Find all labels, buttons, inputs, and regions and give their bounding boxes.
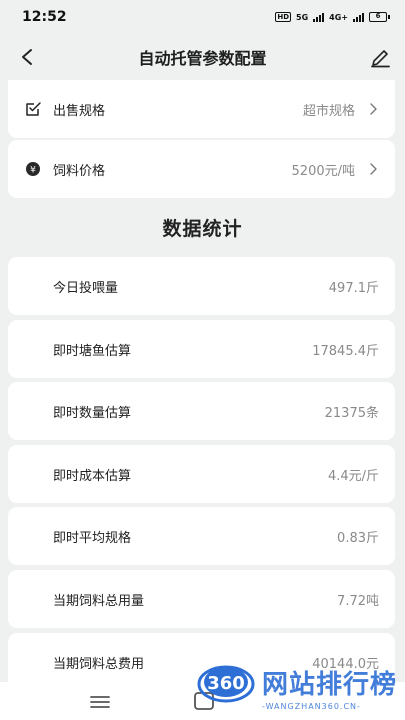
nav-bar: 自动托管参数配置 <box>0 34 405 80</box>
signal-icon <box>313 12 325 22</box>
menu-icon[interactable] <box>89 694 111 710</box>
stat-value: 0.83斤 <box>337 531 379 546</box>
chevron-right-icon <box>367 102 379 116</box>
status-time: 12:52 <box>22 9 67 25</box>
checkbox-edit-icon <box>24 100 42 118</box>
stat-row-avg-spec: 即时平均规格 0.83斤 <box>8 507 395 565</box>
page-title: 自动托管参数配置 <box>138 49 267 68</box>
stat-label: 当期饲料总费用 <box>53 657 145 672</box>
stats-section-title: 数据统计 <box>162 218 243 240</box>
feed-price-row[interactable]: ¥ 饲料价格 5200元/吨 <box>8 140 395 198</box>
pencil-icon <box>371 50 390 68</box>
stat-row-fish-count: 即时数量估算 21375条 <box>8 382 395 440</box>
stat-row-pond-fish: 即时塘鱼估算 17845.4斤 <box>8 320 395 378</box>
chevron-right-icon <box>367 162 379 176</box>
signal-icon-2 <box>353 12 364 22</box>
feed-price-value: 5200元/吨 <box>291 163 355 179</box>
stat-value: 4.4元/斤 <box>327 469 379 484</box>
yen-coin-icon: ¥ <box>24 160 42 178</box>
chevron-left-icon <box>22 49 32 65</box>
stat-row-cost: 即时成本估算 4.4元/斤 <box>8 445 395 503</box>
stat-label: 即时成本估算 <box>53 469 132 484</box>
svg-text:¥: ¥ <box>30 166 36 176</box>
watermark-subtitle: -WANGZHAN360.CN- <box>262 702 361 711</box>
stat-row-feed-amount: 当期饲料总用量 7.72吨 <box>8 570 395 628</box>
edit-button[interactable] <box>367 44 393 70</box>
back-button[interactable] <box>14 44 40 70</box>
stat-label: 即时平均规格 <box>53 531 132 546</box>
network-label-1: 5G <box>296 12 309 22</box>
stat-label: 即时数量估算 <box>53 406 132 421</box>
watermark-title: 网站排行榜 <box>262 670 398 700</box>
battery-icon: 6 <box>369 12 390 22</box>
stat-value: 7.72吨 <box>337 594 379 609</box>
stat-label: 当期饲料总用量 <box>53 594 145 609</box>
status-icons: HD 5G 4G+ 6 <box>275 12 390 22</box>
status-bar: 12:52 HD 5G 4G+ 6 <box>0 0 405 34</box>
watermark-logo: 360 <box>197 665 255 703</box>
sale-spec-value: 超市规格 <box>302 103 355 119</box>
stat-label: 即时塘鱼估算 <box>53 344 132 359</box>
hd-icon: HD <box>275 12 292 22</box>
stat-label: 今日投喂量 <box>53 281 119 296</box>
watermark-logo-text: 360 <box>207 673 245 694</box>
sale-spec-label: 出售规格 <box>53 103 106 119</box>
feed-price-label: 饲料价格 <box>53 163 106 179</box>
stat-value: 21375条 <box>324 406 379 421</box>
network-label-2: 4G+ <box>329 12 348 22</box>
stat-row-daily-feed: 今日投喂量 497.1斤 <box>8 257 395 315</box>
stat-value: 497.1斤 <box>328 281 379 296</box>
stat-value: 17845.4斤 <box>312 344 379 359</box>
sale-spec-row[interactable]: 出售规格 超市规格 <box>8 80 395 138</box>
